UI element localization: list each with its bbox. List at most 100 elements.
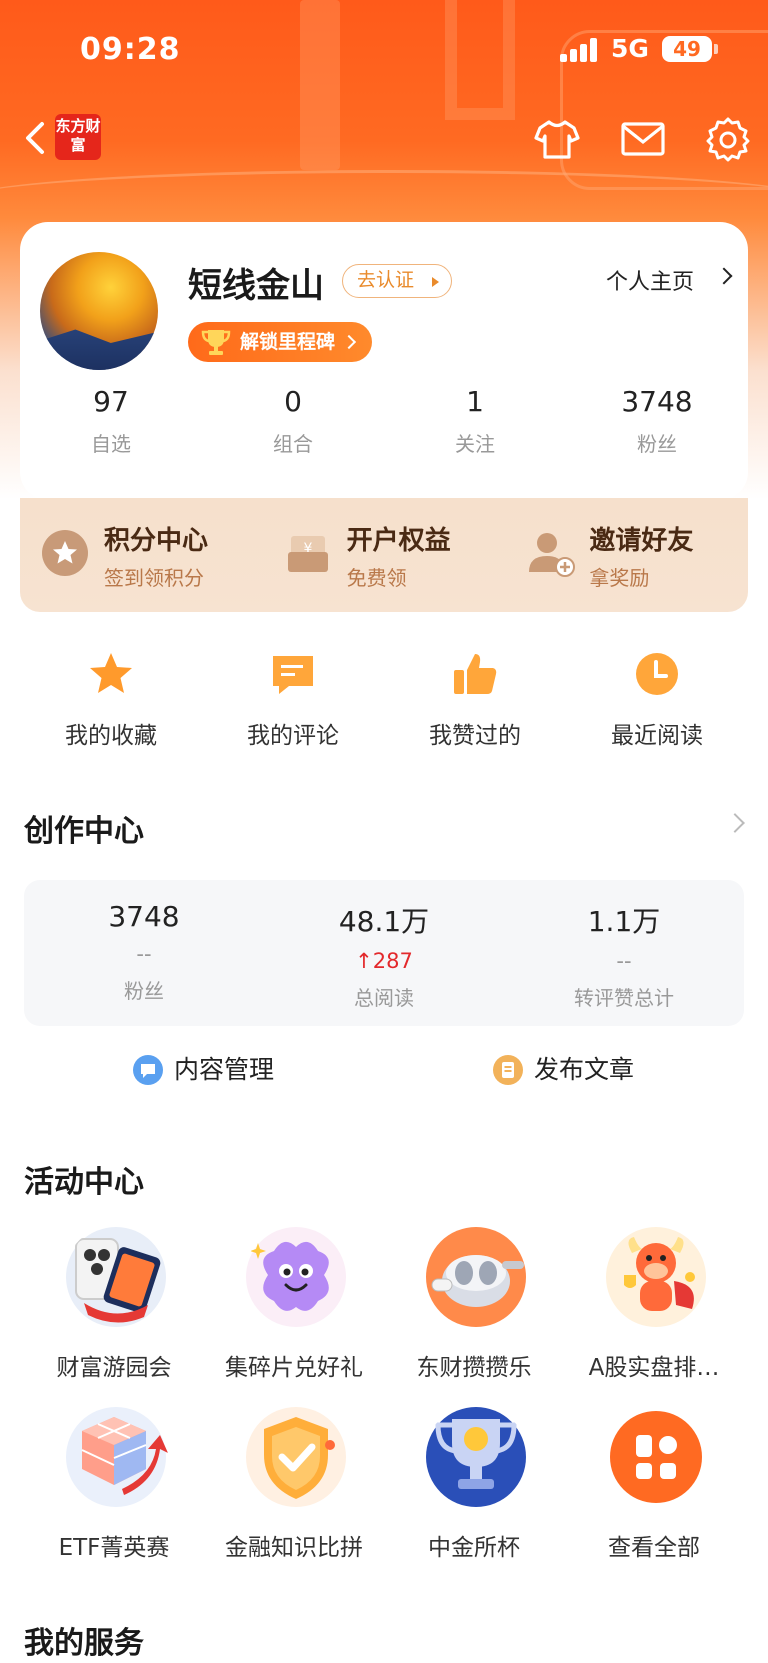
verify-button[interactable]: 去认证 — [342, 264, 452, 298]
creator-stat-delta: -- — [136, 942, 152, 966]
activity-label: A股实盘排… — [588, 1355, 720, 1381]
content-management-icon — [133, 1055, 163, 1085]
mail-icon[interactable] — [618, 114, 668, 164]
stat-followers[interactable]: 3748 粉丝 — [566, 382, 748, 462]
quick-recent-reading[interactable]: 最近阅读 — [566, 650, 748, 760]
username: 短线金山 — [188, 266, 324, 306]
milestone-button[interactable]: 解锁里程碑 — [188, 322, 372, 362]
activity-label: 东财攒攒乐 — [416, 1355, 532, 1381]
creator-stat-engagement[interactable]: 1.1万 -- 转评赞总计 — [504, 880, 744, 1026]
content-management-button[interactable]: 内容管理 — [132, 1050, 274, 1090]
quick-comments[interactable]: 我的评论 — [202, 650, 384, 760]
benefit-title: 积分中心 — [104, 526, 209, 556]
activity-item[interactable]: 中金所杯 — [384, 1400, 564, 1570]
star-icon — [90, 653, 132, 693]
creator-stat-delta: -- — [616, 949, 632, 973]
activity-label: 中金所杯 — [428, 1535, 520, 1561]
quick-label: 我的收藏 — [65, 723, 157, 749]
activity-label: 金融知识比拼 — [225, 1535, 363, 1561]
view-all-activities[interactable]: 查看全部 — [564, 1400, 744, 1570]
quick-label: 我的评论 — [247, 723, 339, 749]
tshirt-icon[interactable] — [532, 114, 582, 164]
activity-item[interactable]: 东财攒攒乐 — [384, 1220, 564, 1390]
creator-stat-total-reads[interactable]: 48.1万 ↑287 总阅读 — [264, 880, 504, 1026]
benefit-account-opening[interactable]: ¥ 开户权益 免费领 — [263, 498, 506, 612]
benefit-title: 邀请好友 — [589, 526, 694, 556]
stat-following[interactable]: 1 关注 — [384, 382, 566, 462]
activity-item[interactable]: 集碎片兑好礼 — [204, 1220, 384, 1390]
quick-label: 最近阅读 — [611, 723, 703, 749]
quick-favorites[interactable]: 我的收藏 — [20, 650, 202, 760]
stat-portfolio[interactable]: 0 组合 — [202, 382, 384, 462]
back-icon[interactable] — [22, 118, 50, 158]
app-logo[interactable]: 东方财富 — [55, 114, 101, 160]
stat-value: 3748 — [621, 385, 693, 418]
activity-item[interactable]: 财富游园会 — [24, 1220, 204, 1390]
nav-bar: 东方财富 — [0, 100, 768, 180]
trophy-icon — [201, 330, 231, 355]
benefit-subtitle: 签到领积分 — [104, 566, 204, 590]
milestone-label: 解锁里程碑 — [240, 331, 336, 353]
quick-label: 我赞过的 — [429, 723, 521, 749]
creator-stat-delta: ↑287 — [355, 949, 413, 973]
stat-watchlist[interactable]: 97 自选 — [20, 382, 202, 462]
creator-stat-value: 3748 — [108, 900, 180, 933]
activity-label: ETF菁英赛 — [58, 1535, 170, 1561]
avatar[interactable] — [40, 252, 158, 370]
stat-label: 粉丝 — [637, 432, 677, 456]
creator-stat-value: 1.1万 — [587, 905, 661, 938]
activity-item[interactable]: ETF菁英赛 — [24, 1400, 204, 1570]
creator-stat-label: 总阅读 — [354, 986, 414, 1010]
grid-apps-icon — [610, 1411, 702, 1503]
profile-stats: 97 自选 0 组合 1 关注 3748 粉丝 — [20, 382, 748, 462]
stat-label: 自选 — [91, 432, 131, 456]
network-label: 5G — [611, 34, 649, 63]
creator-stat-followers[interactable]: 3748 -- 粉丝 — [24, 880, 264, 1026]
benefit-points-center[interactable]: 积分中心 签到领积分 — [20, 498, 263, 612]
clock-icon — [636, 653, 678, 695]
publish-article-icon — [493, 1055, 523, 1085]
homepage-label: 个人主页 — [606, 270, 695, 295]
my-services-title: 我的服务 — [24, 1626, 144, 1661]
benefit-invite-friends[interactable]: 邀请好友 拿奖励 — [505, 498, 748, 612]
invite-user-icon — [529, 533, 576, 577]
status-bar: 09:28 5G 49 — [0, 0, 768, 100]
activity-label: 集碎片兑好礼 — [225, 1355, 363, 1381]
stat-value: 97 — [93, 385, 129, 418]
chevron-right-icon[interactable] — [725, 813, 745, 833]
creator-center-title: 创作中心 — [24, 814, 144, 849]
activity-label: 财富游园会 — [56, 1355, 172, 1381]
signal-icon — [560, 38, 602, 62]
creator-actions: 内容管理 发布文章 — [24, 1050, 744, 1090]
chevron-right-icon — [715, 267, 733, 285]
activity-label: 查看全部 — [608, 1535, 700, 1561]
etf-cube-icon — [66, 1407, 168, 1507]
creator-stat-label: 转评赞总计 — [574, 986, 674, 1010]
benefit-subtitle: 拿奖励 — [589, 566, 650, 590]
action-label: 发布文章 — [534, 1055, 635, 1084]
creator-stat-label: 粉丝 — [124, 979, 164, 1003]
wealth-fair-icon — [66, 1227, 166, 1327]
quick-liked[interactable]: 我赞过的 — [384, 650, 566, 760]
activity-item[interactable]: A股实盘排… — [564, 1220, 744, 1390]
activity-center-title: 活动中心 — [24, 1165, 144, 1200]
bull-mascot-icon — [606, 1227, 706, 1327]
stat-value: 0 — [284, 385, 302, 418]
publish-article-button[interactable]: 发布文章 — [492, 1050, 634, 1090]
homepage-link[interactable]: 个人主页 — [606, 264, 733, 296]
comment-icon — [273, 656, 313, 694]
action-label: 内容管理 — [174, 1055, 275, 1084]
points-icon — [42, 530, 88, 576]
creator-stat-value: 48.1万 — [338, 905, 430, 938]
settings-icon[interactable] — [703, 114, 753, 164]
benefit-title: 开户权益 — [346, 526, 451, 556]
verify-label: 去认证 — [357, 269, 415, 291]
thumbs-up-icon — [454, 654, 497, 694]
benefit-bar: 积分中心 签到领积分 ¥ 开户权益 免费领 邀请好友 拿奖励 — [20, 498, 748, 612]
creator-stats: 3748 -- 粉丝 48.1万 ↑287 总阅读 1.1万 -- 转评赞总计 — [24, 880, 744, 1026]
activity-item[interactable]: 金融知识比拼 — [204, 1400, 384, 1570]
earbuds-prize-icon — [426, 1227, 526, 1327]
shield-check-icon — [246, 1407, 346, 1507]
puzzle-mascot-icon — [246, 1227, 346, 1327]
profile-card: 短线金山 去认证 个人主页 解锁里程碑 97 自选 0 组合 1 关注 3748 — [20, 222, 748, 500]
